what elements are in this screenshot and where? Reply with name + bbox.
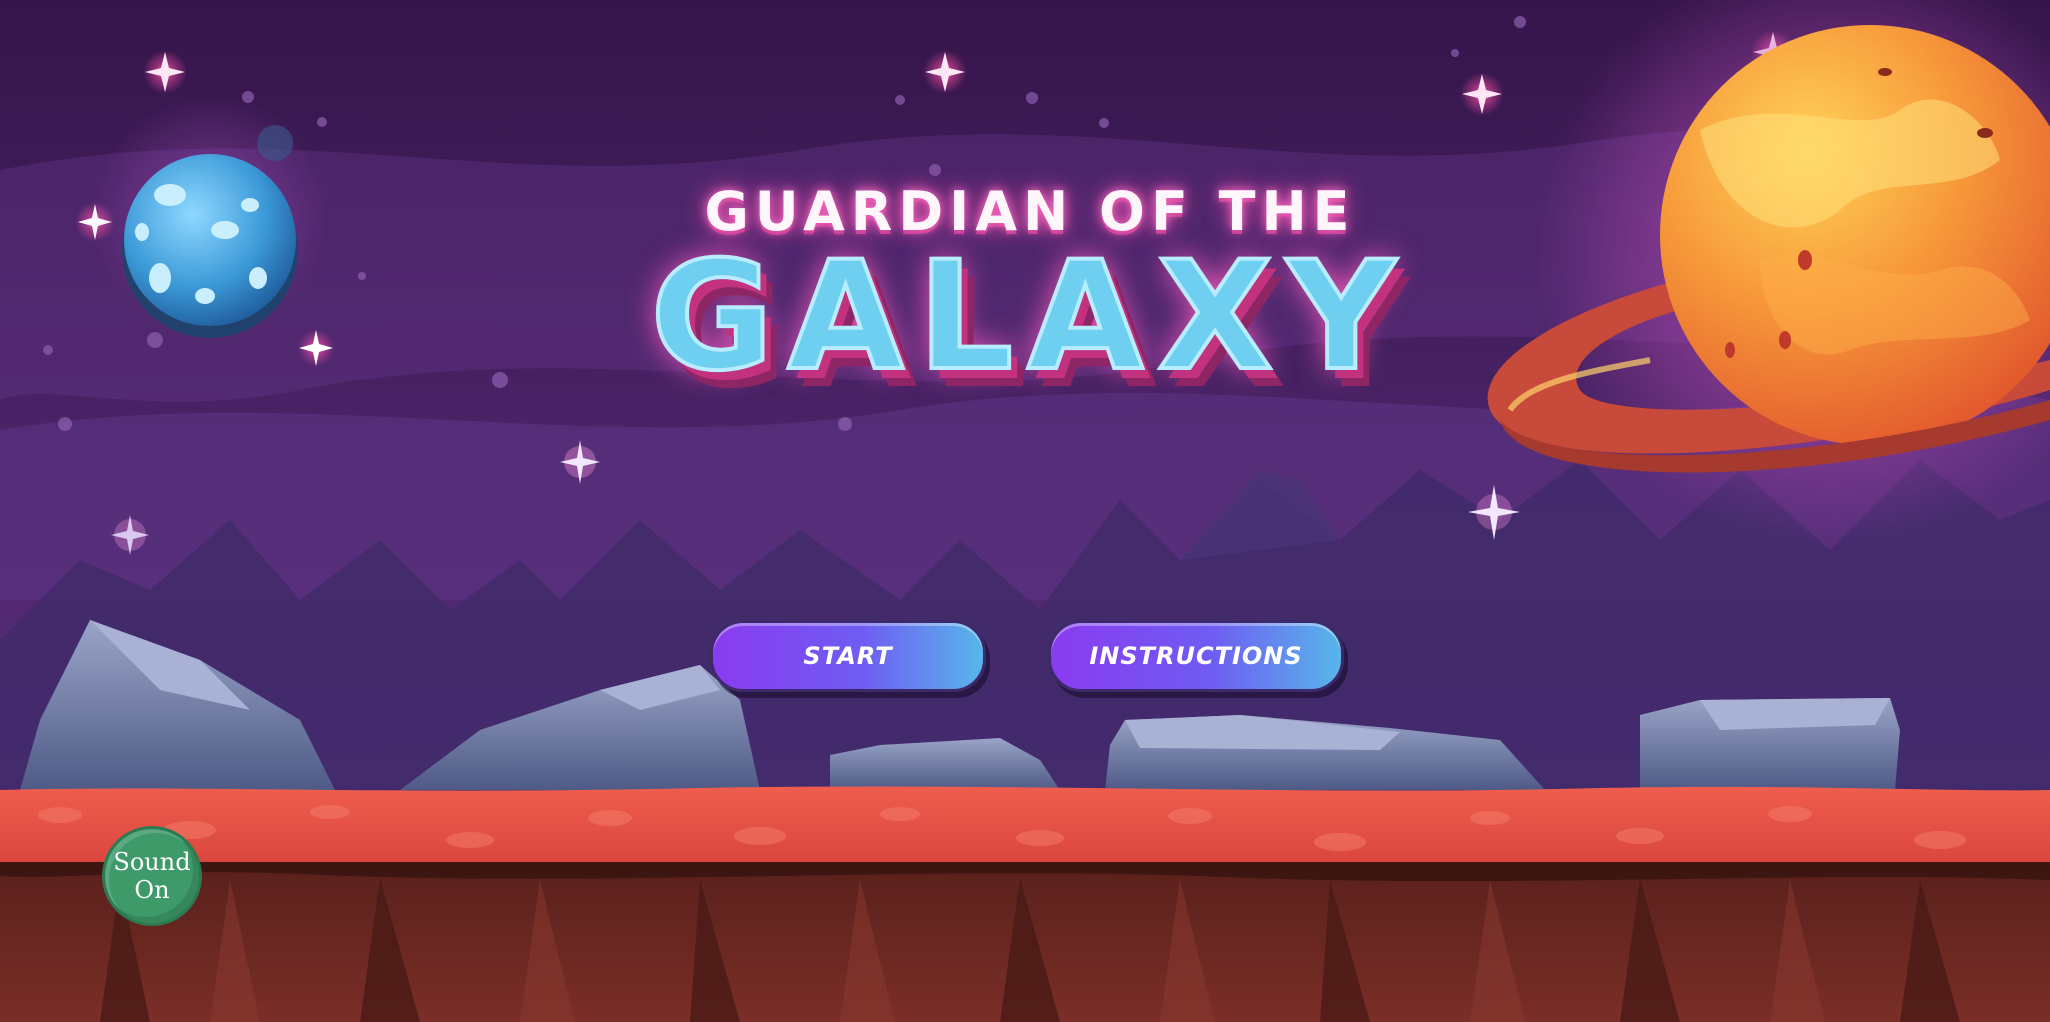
game-title: GUARDIAN OF THE GALAXY [530, 180, 1530, 420]
game-background [0, 0, 2050, 1022]
sound-toggle-button[interactable]: Sound On [102, 826, 202, 926]
instructions-button[interactable]: INSTRUCTIONS [1048, 620, 1344, 692]
sound-toggle-line1: Sound [113, 848, 191, 876]
start-button[interactable]: START [710, 620, 986, 692]
title-line-main: GALAXY [648, 230, 1410, 404]
sound-toggle-line2: On [134, 876, 170, 904]
